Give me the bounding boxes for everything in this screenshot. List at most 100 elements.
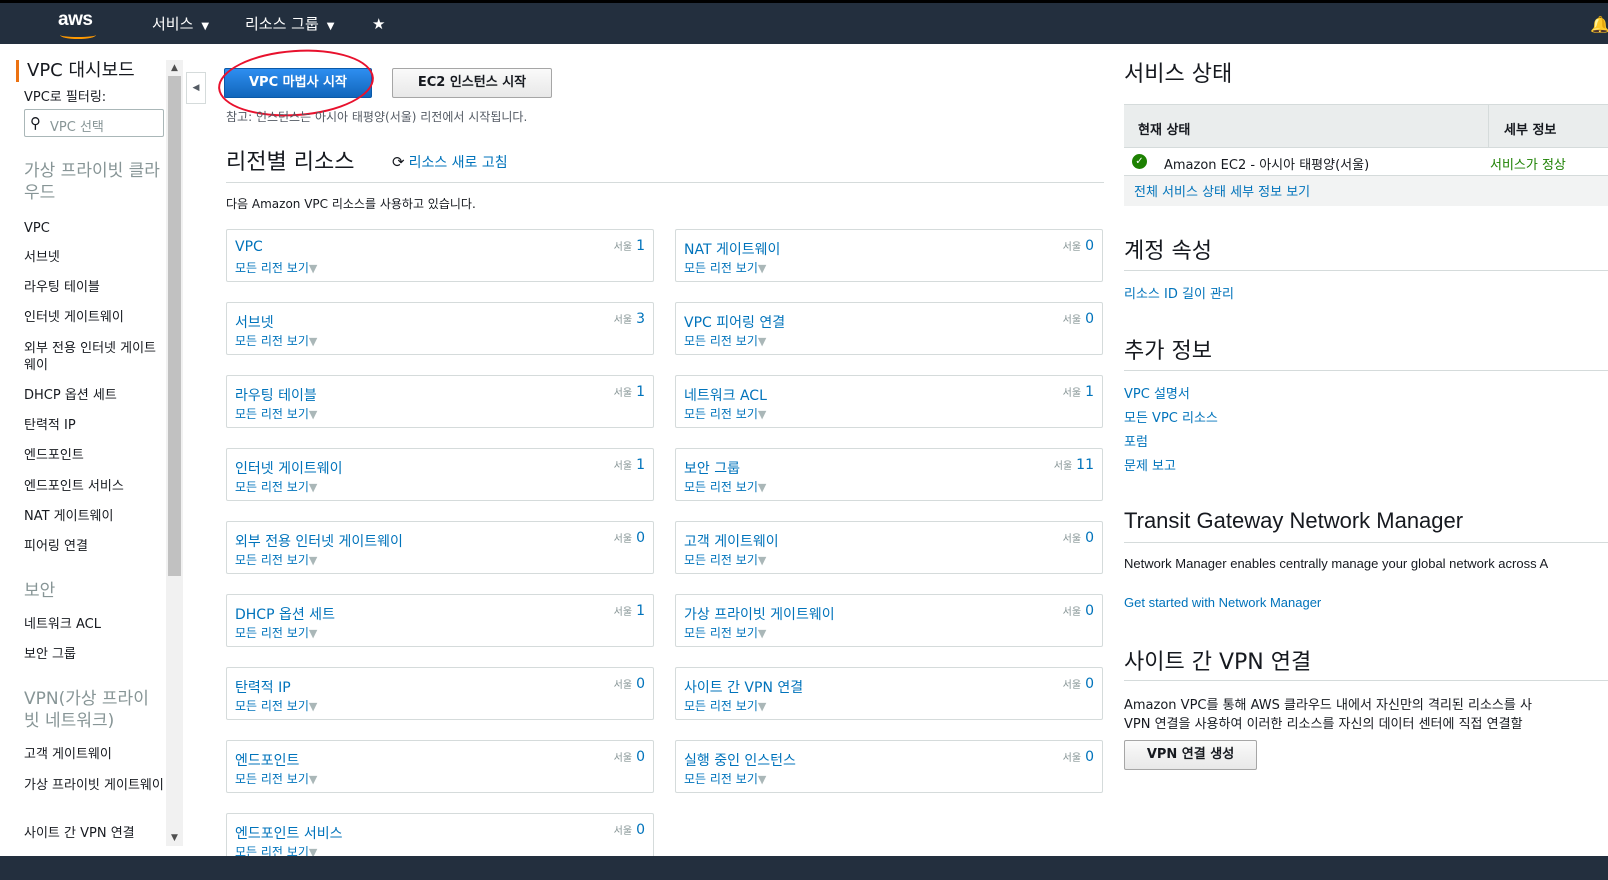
resource-count[interactable]: 서울 0 bbox=[614, 676, 645, 692]
resource-card[interactable]: 실행 중인 인스턴스 모든 리전 보기▼ 서울 0 bbox=[675, 740, 1103, 793]
launch-ec2-button[interactable]: EC2 인스턴스 시작 bbox=[392, 68, 552, 98]
resource-card[interactable]: NAT 게이트웨이 모든 리전 보기▼ 서울 0 bbox=[675, 229, 1103, 282]
resource-groups-menu[interactable]: 리소스 그룹 ▼ bbox=[245, 13, 334, 34]
status-details-link[interactable]: 전체 서비스 상태 세부 정보 보기 bbox=[1134, 181, 1310, 200]
view-all-regions-link[interactable]: 모든 리전 보기▼ bbox=[235, 259, 317, 276]
resource-count[interactable]: 서울 0 bbox=[614, 530, 645, 546]
resource-card[interactable]: 가상 프라이빗 게이트웨이 모든 리전 보기▼ 서울 0 bbox=[675, 594, 1103, 647]
resource-card-name[interactable]: 서브넷 bbox=[235, 312, 274, 332]
view-all-regions-link[interactable]: 모든 리전 보기▼ bbox=[684, 551, 766, 568]
scroll-down-icon[interactable]: ▼ bbox=[166, 830, 183, 846]
resource-card[interactable]: 엔드포인트 모든 리전 보기▼ 서울 0 bbox=[226, 740, 654, 793]
resource-card-name[interactable]: 고객 게이트웨이 bbox=[684, 531, 779, 551]
resource-card-name[interactable]: 외부 전용 인터넷 게이트웨이 bbox=[235, 531, 403, 551]
pin-icon[interactable]: ★ bbox=[372, 15, 385, 33]
view-all-regions-link[interactable]: 모든 리전 보기▼ bbox=[235, 697, 317, 714]
tgnm-get-started-link[interactable]: Get started with Network Manager bbox=[1124, 595, 1321, 610]
view-all-regions-link[interactable]: 모든 리전 보기▼ bbox=[235, 405, 317, 422]
view-all-regions-link[interactable]: 모든 리전 보기▼ bbox=[684, 405, 766, 422]
view-all-regions-link[interactable]: 모든 리전 보기▼ bbox=[684, 624, 766, 641]
resource-card-name[interactable]: VPC bbox=[235, 239, 263, 255]
resource-card[interactable]: 탄력적 IP 모든 리전 보기▼ 서울 0 bbox=[226, 667, 654, 720]
view-all-regions-link[interactable]: 모든 리전 보기▼ bbox=[235, 551, 317, 568]
resource-id-length-link[interactable]: 리소스 ID 길이 관리 bbox=[1124, 283, 1234, 302]
view-all-regions-link[interactable]: 모든 리전 보기▼ bbox=[235, 770, 317, 787]
vpc-filter-select[interactable]: ⚲ VPC 선택 bbox=[24, 109, 164, 137]
sidebar-scrollbar[interactable]: ▲ ▼ bbox=[166, 60, 183, 846]
resource-card-name[interactable]: 네트워크 ACL bbox=[684, 385, 767, 405]
view-all-regions-link[interactable]: 모든 리전 보기▼ bbox=[684, 770, 766, 787]
view-all-regions-link[interactable]: 모든 리전 보기▼ bbox=[684, 697, 766, 714]
vpc-docs-link[interactable]: VPC 설명서 bbox=[1124, 383, 1190, 402]
create-vpn-connection-button[interactable]: VPN 연결 생성 bbox=[1124, 740, 1257, 770]
view-all-regions-link[interactable]: 모든 리전 보기▼ bbox=[684, 332, 766, 349]
resource-card[interactable]: 사이트 간 VPN 연결 모든 리전 보기▼ 서울 0 bbox=[675, 667, 1103, 720]
resource-count[interactable]: 서울 3 bbox=[614, 311, 645, 327]
forum-link[interactable]: 포럼 bbox=[1124, 431, 1148, 450]
resource-count[interactable]: 서울 0 bbox=[1063, 530, 1094, 546]
resource-count[interactable]: 서울 1 bbox=[614, 457, 645, 473]
resource-card-name[interactable]: 엔드포인트 bbox=[235, 750, 299, 770]
sidebar-item-subnets[interactable]: 서브넷 bbox=[24, 249, 164, 266]
resource-card-name[interactable]: 탄력적 IP bbox=[235, 677, 291, 697]
resource-card-name[interactable]: 가상 프라이빗 게이트웨이 bbox=[684, 604, 835, 624]
sidebar-item-site-vpn[interactable]: 사이트 간 VPN 연결 bbox=[24, 825, 164, 842]
scroll-up-icon[interactable]: ▲ bbox=[166, 60, 183, 76]
resource-count[interactable]: 서울 1 bbox=[614, 238, 645, 254]
view-all-regions-link[interactable]: 모든 리전 보기▼ bbox=[684, 478, 766, 495]
resource-card[interactable]: 인터넷 게이트웨이 모든 리전 보기▼ 서울 1 bbox=[226, 448, 654, 501]
resource-count[interactable]: 서울 0 bbox=[1063, 311, 1094, 327]
resource-card[interactable]: 서브넷 모든 리전 보기▼ 서울 3 bbox=[226, 302, 654, 355]
resource-count[interactable]: 서울 1 bbox=[1063, 384, 1094, 400]
resource-card[interactable]: 보안 그룹 모든 리전 보기▼ 서울 11 bbox=[675, 448, 1103, 501]
aws-logo[interactable]: aws bbox=[58, 9, 102, 39]
resource-card[interactable]: VPC 모든 리전 보기▼ 서울 1 bbox=[226, 229, 654, 282]
view-all-regions-link[interactable]: 모든 리전 보기▼ bbox=[235, 332, 317, 349]
resource-card[interactable]: 네트워크 ACL 모든 리전 보기▼ 서울 1 bbox=[675, 375, 1103, 428]
resource-card[interactable]: 고객 게이트웨이 모든 리전 보기▼ 서울 0 bbox=[675, 521, 1103, 574]
sidebar-title[interactable]: VPC 대시보드 bbox=[16, 60, 135, 82]
scroll-thumb[interactable] bbox=[168, 76, 181, 576]
resource-count[interactable]: 서울 1 bbox=[614, 603, 645, 619]
sidebar-item-vpc[interactable]: VPC bbox=[24, 220, 164, 237]
sidebar-item-peering[interactable]: 피어링 연결 bbox=[24, 538, 164, 555]
sidebar-item-route-tables[interactable]: 라우팅 테이블 bbox=[24, 279, 164, 296]
resource-card-name[interactable]: 실행 중인 인스턴스 bbox=[684, 750, 796, 770]
sidebar-item-endpoints[interactable]: 엔드포인트 bbox=[24, 447, 164, 464]
refresh-resources-link[interactable]: ⟳ 리소스 새로 고침 bbox=[392, 152, 508, 172]
resource-card-name[interactable]: 인터넷 게이트웨이 bbox=[235, 458, 343, 478]
resource-card[interactable]: 외부 전용 인터넷 게이트웨이 모든 리전 보기▼ 서울 0 bbox=[226, 521, 654, 574]
resource-count[interactable]: 서울 0 bbox=[614, 749, 645, 765]
resource-card-name[interactable]: 엔드포인트 서비스 bbox=[235, 823, 343, 843]
resource-count[interactable]: 서울 0 bbox=[1063, 676, 1094, 692]
resource-card-name[interactable]: 라우팅 테이블 bbox=[235, 385, 317, 405]
resource-card-name[interactable]: VPC 피어링 연결 bbox=[684, 312, 785, 332]
resource-card-name[interactable]: 사이트 간 VPN 연결 bbox=[684, 677, 803, 697]
sidebar-item-dhcp-options[interactable]: DHCP 옵션 세트 bbox=[24, 387, 164, 404]
view-all-regions-link[interactable]: 모든 리전 보기▼ bbox=[235, 624, 317, 641]
view-all-regions-link[interactable]: 모든 리전 보기▼ bbox=[235, 478, 317, 495]
resource-count[interactable]: 서울 11 bbox=[1054, 457, 1094, 473]
sidebar-item-internet-gateways[interactable]: 인터넷 게이트웨이 bbox=[24, 309, 164, 326]
view-all-regions-link[interactable]: 모든 리전 보기▼ bbox=[684, 259, 766, 276]
resource-count[interactable]: 서울 0 bbox=[614, 822, 645, 838]
sidebar-item-security-groups[interactable]: 보안 그룹 bbox=[24, 646, 164, 663]
sidebar-item-vpg[interactable]: 가상 프라이빗 게이트웨이 bbox=[24, 777, 164, 794]
resource-count[interactable]: 서울 1 bbox=[614, 384, 645, 400]
sidebar-item-network-acls[interactable]: 네트워크 ACL bbox=[24, 616, 164, 633]
resource-card-name[interactable]: DHCP 옵션 세트 bbox=[235, 604, 335, 624]
resource-card-name[interactable]: 보안 그룹 bbox=[684, 458, 740, 478]
sidebar-item-endpoint-services[interactable]: 엔드포인트 서비스 bbox=[24, 478, 164, 495]
report-issue-link[interactable]: 문제 보고 bbox=[1124, 455, 1176, 474]
sidebar-item-elastic-ips[interactable]: 탄력적 IP bbox=[24, 417, 164, 434]
sidebar-item-customer-gateways[interactable]: 고객 게이트웨이 bbox=[24, 746, 164, 763]
bell-icon[interactable]: 🔔 bbox=[1590, 15, 1608, 34]
resource-card[interactable]: 라우팅 테이블 모든 리전 보기▼ 서울 1 bbox=[226, 375, 654, 428]
resource-count[interactable]: 서울 0 bbox=[1063, 238, 1094, 254]
sidebar-item-egress-only-igw[interactable]: 외부 전용 인터넷 게이트웨이 bbox=[24, 340, 164, 374]
resource-card-name[interactable]: NAT 게이트웨이 bbox=[684, 239, 780, 259]
resource-card[interactable]: DHCP 옵션 세트 모든 리전 보기▼ 서울 1 bbox=[226, 594, 654, 647]
resource-card[interactable]: VPC 피어링 연결 모든 리전 보기▼ 서울 0 bbox=[675, 302, 1103, 355]
all-vpc-resources-link[interactable]: 모든 VPC 리소스 bbox=[1124, 407, 1218, 426]
sidebar-item-nat-gateways[interactable]: NAT 게이트웨이 bbox=[24, 508, 164, 525]
